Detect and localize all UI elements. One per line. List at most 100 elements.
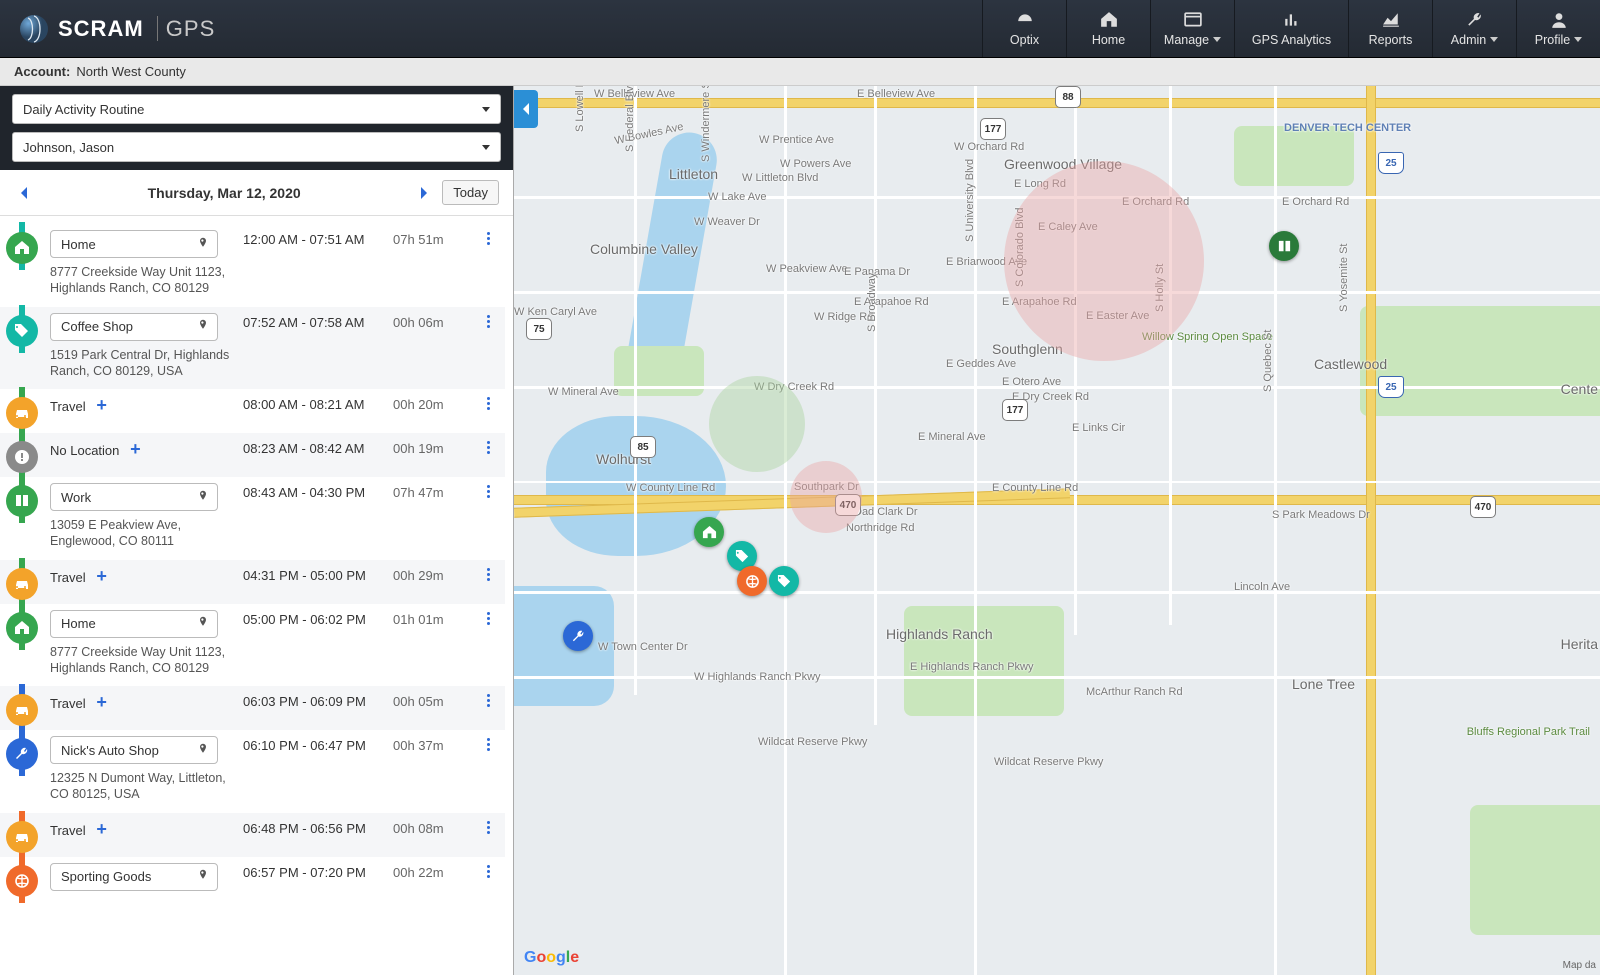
timeline[interactable]: Home 8777 Creekside Way Unit 1123, Highla… [0, 216, 513, 975]
activity-menu-button[interactable] [477, 481, 499, 498]
activity-menu-button[interactable] [477, 861, 499, 878]
tool-icon [1466, 11, 1484, 29]
activity-icon [6, 441, 38, 473]
map-zone [709, 376, 805, 472]
nav-optix[interactable]: Optix [982, 0, 1066, 57]
activity-row[interactable]: Home8777 Creekside Way Unit 1123, Highla… [0, 224, 505, 307]
map-attribution: Map da [1563, 960, 1596, 971]
activity-chip[interactable]: Home [50, 230, 218, 258]
activity-chip[interactable]: Nick's Auto Shop [50, 736, 218, 764]
activity-time: 08:43 AM - 04:30 PM [243, 481, 393, 500]
date-next-button[interactable] [414, 183, 434, 203]
activity-row[interactable]: Travel+ 08:00 AM - 08:21 AM 00h 20m [0, 389, 505, 433]
activity-chip[interactable]: Coffee Shop [50, 313, 218, 341]
route-shield: 88 [1055, 86, 1081, 108]
pin-icon [197, 236, 209, 253]
activity-menu-button[interactable] [477, 690, 499, 707]
activity-duration: 00h 05m [393, 690, 477, 709]
nav-reports[interactable]: Reports [1348, 0, 1432, 57]
today-button[interactable]: Today [442, 180, 499, 205]
activity-address: 12325 N Dumont Way, Littleton, CO 80125,… [50, 770, 240, 803]
activity-address: 8777 Creekside Way Unit 1123, Highlands … [50, 644, 240, 677]
nav-gps-analytics[interactable]: GPS Analytics [1234, 0, 1348, 57]
window-icon [1184, 11, 1202, 29]
activity-time: 06:48 PM - 06:56 PM [243, 817, 393, 836]
activity-icon [6, 232, 38, 264]
activity-menu-button[interactable] [477, 228, 499, 245]
pin-icon [197, 742, 209, 759]
add-button[interactable]: + [92, 566, 112, 587]
activity-address: 13059 E Peakview Ave, Englewood, CO 8011… [50, 517, 240, 550]
activity-row[interactable]: No Location+ 08:23 AM - 08:42 AM 00h 19m [0, 433, 505, 477]
nav-admin[interactable]: Admin [1432, 0, 1516, 57]
route-shield: 25 [1378, 376, 1404, 398]
map-label: Herita [1561, 636, 1598, 652]
client-select[interactable]: Johnson, Jason [12, 132, 501, 162]
activity-label: Travel [50, 395, 86, 414]
activity-menu-button[interactable] [477, 608, 499, 625]
activity-row[interactable]: Coffee Shop 1519 Park Central Dr, Highlan… [0, 307, 505, 390]
activity-row[interactable]: Work 13059 E Peakview Ave, Englewood, CO … [0, 477, 505, 560]
activity-chip[interactable]: Home [50, 610, 218, 638]
nav-profile[interactable]: Profile [1516, 0, 1600, 57]
account-value: North West County [76, 64, 186, 79]
map-pin[interactable] [1269, 231, 1299, 261]
route-shield: 85 [630, 436, 656, 458]
activity-row[interactable]: Home 8777 Creekside Way Unit 1123, Highla… [0, 604, 505, 687]
activity-row[interactable]: Travel+ 06:48 PM - 06:56 PM 00h 08m [0, 813, 505, 857]
activity-icon [6, 694, 38, 726]
map-pin[interactable] [737, 566, 767, 596]
map-label: Lone Tree [1292, 676, 1355, 692]
routine-select[interactable]: Daily Activity Routine [12, 94, 501, 124]
google-logo: Google [524, 949, 579, 967]
map[interactable]: Littleton Columbine Valley Wolhurst Gree… [514, 86, 1600, 975]
activity-time: 04:31 PM - 05:00 PM [243, 564, 393, 583]
route-shield: 177 [980, 118, 1006, 140]
activity-menu-button[interactable] [477, 437, 499, 454]
activity-row[interactable]: Nick's Auto Shop 12325 N Dumont Way, Litt… [0, 730, 505, 813]
date-label: Thursday, Mar 12, 2020 [42, 185, 406, 201]
activity-menu-button[interactable] [477, 564, 499, 581]
activity-menu-button[interactable] [477, 817, 499, 834]
activity-time: 06:10 PM - 06:47 PM [243, 734, 393, 753]
sidebar-collapse-button[interactable] [514, 90, 538, 128]
activity-time: 07:52 AM - 07:58 AM [243, 311, 393, 330]
chevron-down-icon [482, 145, 490, 150]
map-pin[interactable] [694, 517, 724, 547]
brand-title: SCRAM GPS [58, 16, 215, 42]
activity-row[interactable]: Travel+ 06:03 PM - 06:09 PM 00h 05m [0, 686, 505, 730]
map-pin[interactable] [563, 621, 593, 651]
add-button[interactable]: + [92, 819, 112, 840]
activity-time: 08:23 AM - 08:42 AM [243, 437, 393, 456]
map-zone [790, 461, 862, 533]
add-button[interactable]: + [92, 692, 112, 713]
activity-menu-button[interactable] [477, 393, 499, 410]
activity-menu-button[interactable] [477, 734, 499, 751]
area-chart-icon [1382, 11, 1400, 29]
route-shield: 75 [526, 318, 552, 340]
activity-time: 06:57 PM - 07:20 PM [243, 861, 393, 880]
date-prev-button[interactable] [14, 183, 34, 203]
activity-time: 06:03 PM - 06:09 PM [243, 690, 393, 709]
activity-row[interactable]: Travel+ 04:31 PM - 05:00 PM 00h 29m [0, 560, 505, 604]
activity-duration: 00h 06m [393, 311, 477, 330]
activity-icon [6, 865, 38, 897]
nav-home[interactable]: Home [1066, 0, 1150, 57]
add-button[interactable]: + [92, 395, 112, 416]
add-button[interactable]: + [125, 439, 145, 460]
activity-row[interactable]: Sporting Goods 06:57 PM - 07:20 PM 00h 2… [0, 857, 505, 901]
activity-chip[interactable]: Sporting Goods [50, 863, 218, 891]
activity-time: 05:00 PM - 06:02 PM [243, 608, 393, 627]
activity-menu-button[interactable] [477, 311, 499, 328]
activity-icon [6, 568, 38, 600]
activity-icon [6, 738, 38, 770]
activity-icon [6, 612, 38, 644]
activity-address: 1519 Park Central Dr, Highlands Ranch, C… [50, 347, 240, 380]
map-label: Highlands Ranch [886, 626, 993, 642]
chevron-down-icon [482, 107, 490, 112]
activity-icon [6, 821, 38, 853]
nav-manage[interactable]: Manage [1150, 0, 1234, 57]
map-pin[interactable] [769, 566, 799, 596]
activity-chip[interactable]: Work [50, 483, 218, 511]
activity-duration: 00h 37m [393, 734, 477, 753]
